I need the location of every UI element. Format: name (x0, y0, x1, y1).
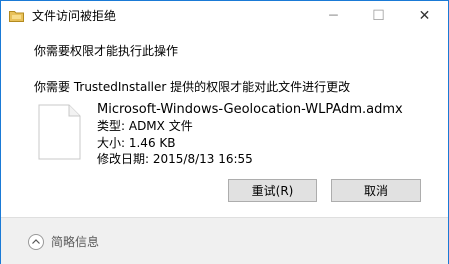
window-title: 文件访问被拒绝 (32, 9, 117, 23)
minimize-button[interactable]: ─ (311, 1, 356, 31)
title-bar[interactable]: 文件访问被拒绝 ─ ☐ ✕ (1, 1, 448, 31)
folder-warning-icon (9, 11, 24, 22)
file-size: 大小: 1.46 KB (97, 136, 176, 150)
dialog-window: 文件访问被拒绝 ─ ☐ ✕ 你需要权限才能执行此操作 你需要 TrustedIn… (0, 0, 449, 264)
dialog-message: 你需要 TrustedInstaller 提供的权限才能对此文件进行更改 (34, 80, 351, 94)
maximize-button[interactable]: ☐ (356, 1, 401, 31)
retry-button[interactable]: 重试(R) (228, 179, 317, 202)
file-modified-date: 修改日期: 2015/8/13 16:55 (97, 152, 253, 166)
chevron-up-circle-icon[interactable] (28, 234, 44, 250)
details-toggle-label[interactable]: 简略信息 (51, 234, 99, 250)
cancel-button[interactable]: 取消 (331, 179, 421, 202)
file-type: 类型: ADMX 文件 (97, 119, 193, 133)
dialog-heading: 你需要权限才能执行此操作 (34, 44, 179, 58)
document-icon (38, 104, 81, 160)
file-name: Microsoft-Windows-Geolocation-WLPAdm.adm… (97, 102, 403, 117)
close-button[interactable]: ✕ (402, 1, 447, 31)
details-footer: 简略信息 (1, 217, 448, 264)
